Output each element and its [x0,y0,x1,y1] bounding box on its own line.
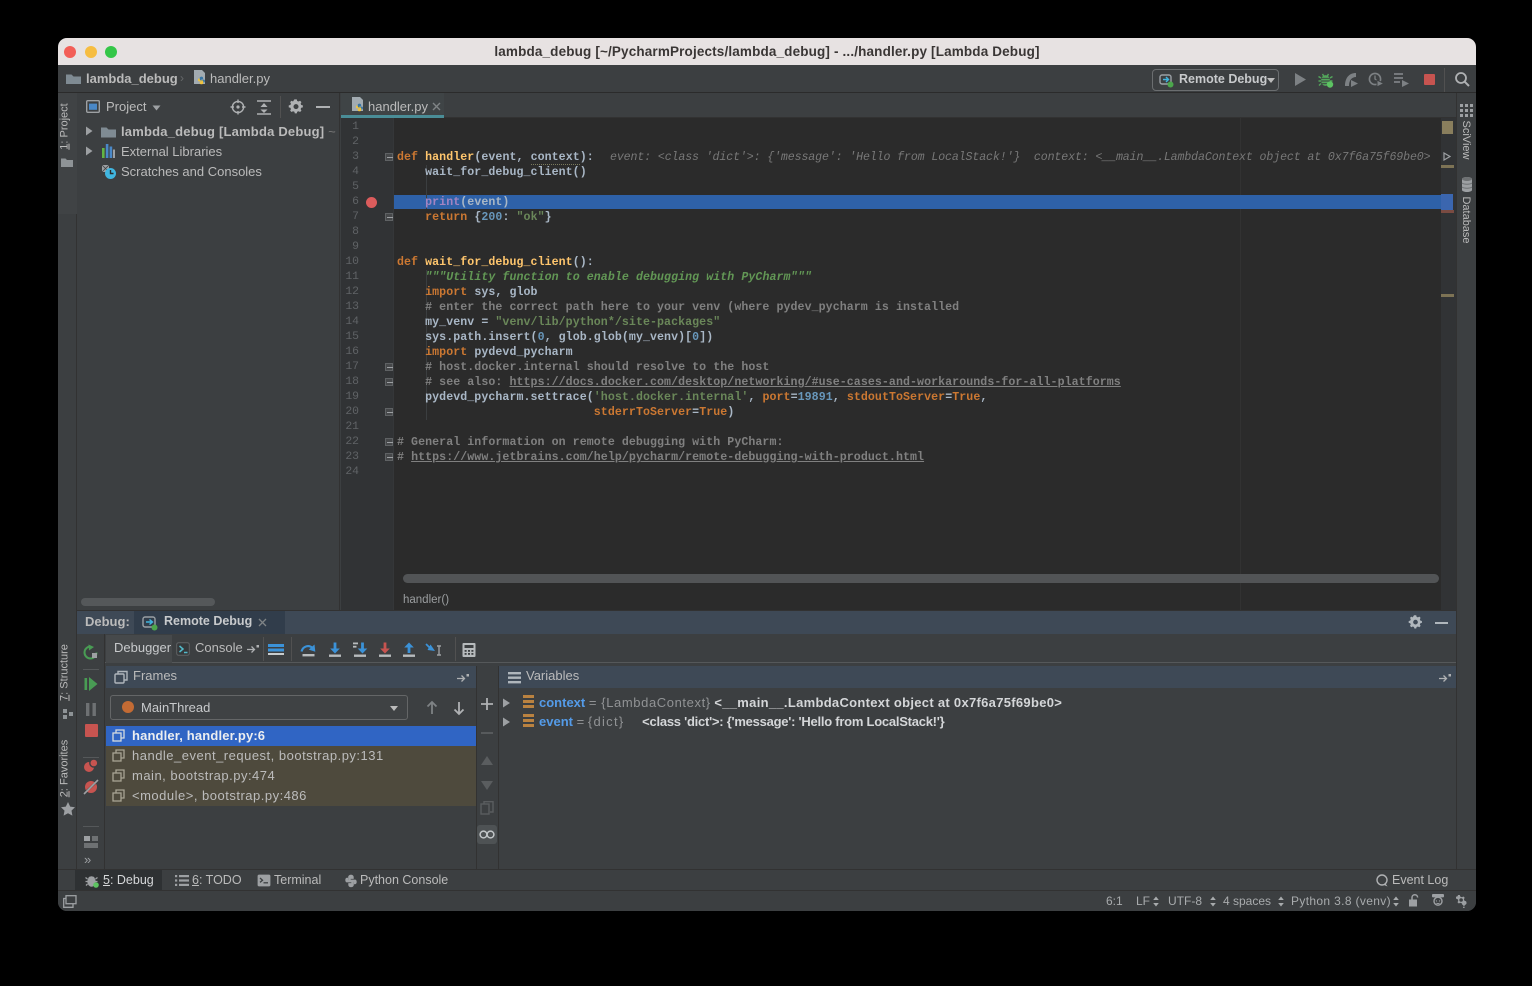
svg-text:?: ? [1461,900,1467,908]
